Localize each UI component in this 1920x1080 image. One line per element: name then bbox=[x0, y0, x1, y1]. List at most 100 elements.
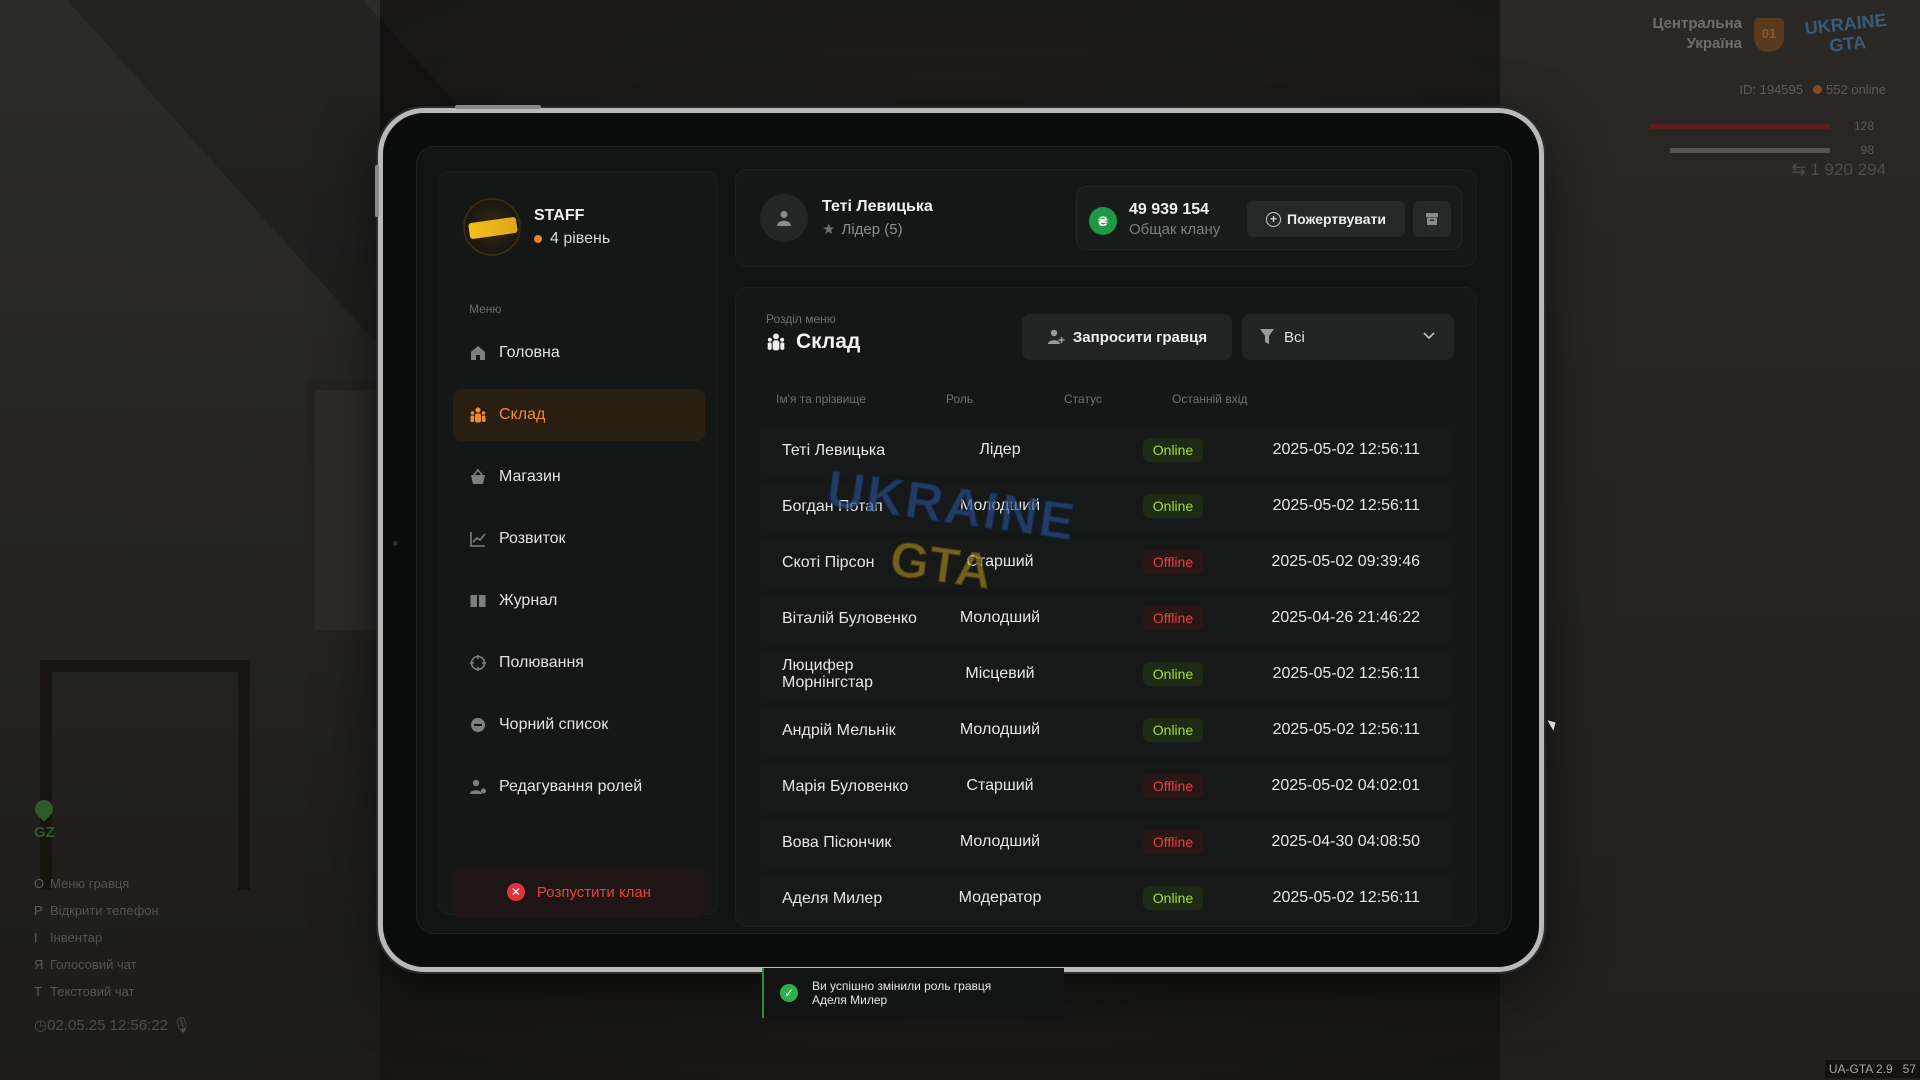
column-header-last-login: Останній вхід bbox=[1172, 392, 1248, 406]
member-role: Модератор bbox=[958, 889, 1042, 906]
keybind-item: T Текстовий чат bbox=[34, 984, 135, 999]
members-table: Теті Левицька Лідер Online 2025-05-02 12:56… bbox=[760, 426, 1454, 926]
armor-value: 98 bbox=[1860, 143, 1874, 157]
sidebar-item-label: Полювання bbox=[499, 654, 584, 671]
sidebar-item-development[interactable]: Розвиток bbox=[453, 513, 705, 565]
member-last-login: 2025-04-26 21:46:22 bbox=[1271, 609, 1420, 626]
people-icon bbox=[767, 333, 785, 351]
member-name: Богдан Потап bbox=[782, 497, 883, 515]
disband-clan-button[interactable]: ✕ Розпустити клан bbox=[453, 866, 705, 918]
member-role: Лідер bbox=[979, 441, 1021, 458]
member-name: Марія Буловенко bbox=[782, 777, 909, 795]
chevron-down-icon bbox=[1423, 332, 1435, 340]
member-status: Offline bbox=[1138, 818, 1208, 866]
bank-label: Общак клану bbox=[1129, 221, 1221, 238]
bank-history-button[interactable] bbox=[1413, 201, 1451, 237]
table-row[interactable]: Аделя Милер Модератор Online 2025-05-02 12:… bbox=[760, 874, 1454, 922]
gz-indicator: GZ bbox=[31, 796, 58, 841]
member-last-login: 2025-05-02 12:56:11 bbox=[1272, 889, 1420, 906]
table-row[interactable]: Вова Пісюнчик Молодший Offline 2025-04-30 0… bbox=[760, 818, 1454, 866]
table-row[interactable]: Люцифер Морнінгстар Місцевий Online 2025-05… bbox=[760, 650, 1454, 698]
filter-icon bbox=[1260, 329, 1274, 344]
status-filter-select[interactable]: Всі bbox=[1242, 314, 1454, 360]
level-dot-icon bbox=[534, 234, 542, 243]
tablet-screen: STAFF 4 рівень Меню Головна Склад Магази… bbox=[416, 146, 1512, 934]
member-role: Старший bbox=[966, 553, 1034, 570]
member-last-login: 2025-05-02 12:56:11 bbox=[1272, 441, 1420, 458]
health-value: 128 bbox=[1853, 119, 1874, 133]
version-label: UA-GTA 2.9 57 bbox=[1824, 1060, 1920, 1078]
section-caption: Розділ меню bbox=[766, 312, 836, 326]
filter-value: Всі bbox=[1284, 328, 1305, 346]
status-badge: Online bbox=[1142, 662, 1204, 686]
sidebar-item-home[interactable]: Головна bbox=[453, 327, 705, 379]
member-last-login: 2025-05-02 04:02:01 bbox=[1271, 777, 1420, 794]
member-role: Місцевий bbox=[965, 665, 1035, 682]
member-name: Андрій Мельнік bbox=[782, 721, 896, 739]
scrollbar-thumb[interactable] bbox=[1476, 434, 1477, 526]
member-role: Молодший bbox=[959, 609, 1041, 626]
sidebar-item-storage[interactable]: Склад bbox=[453, 389, 705, 441]
table-row[interactable]: Теті Левицька Лідер Online 2025-05-02 12:56… bbox=[760, 426, 1454, 474]
table-row[interactable]: Скоті Пірсон Старший Offline 2025-05-02 09:… bbox=[760, 538, 1454, 586]
member-name: Вова Пісюнчик bbox=[782, 833, 892, 851]
avatar bbox=[760, 194, 808, 242]
leader-role: ★ Лідер (5) bbox=[822, 221, 903, 238]
server-logo: UKRAINE GTA bbox=[1803, 9, 1888, 56]
table-row[interactable]: Віталій Буловенко Молодший Offline 2025-04-… bbox=[760, 594, 1454, 642]
table-header: Ім'я та прізвище Роль Статус Останній вх… bbox=[760, 392, 1454, 412]
member-last-login: 2025-05-02 12:56:11 bbox=[1272, 497, 1420, 514]
member-status: Offline bbox=[1138, 762, 1208, 810]
donate-button[interactable]: + Пожертвувати bbox=[1247, 201, 1405, 237]
member-name: Теті Левицька bbox=[782, 441, 886, 459]
hud-region-label: Центральна Україна bbox=[1652, 15, 1742, 52]
member-name: Аделя Милер bbox=[782, 889, 883, 907]
sidebar-item-label: Чорний список bbox=[499, 716, 609, 733]
sidebar-item-blacklist[interactable]: Чорний список bbox=[453, 699, 705, 751]
disband-label: Розпустити клан bbox=[536, 883, 652, 901]
archive-icon bbox=[1426, 213, 1438, 225]
table-row[interactable]: Богдан Потап Молодший Online 2025-05-02 12:… bbox=[760, 482, 1454, 530]
members-panel: Розділ меню Склад Запросити гравця Всі І… bbox=[735, 287, 1477, 927]
sidebar-item-shop[interactable]: Магазин bbox=[453, 451, 705, 503]
member-status: Online bbox=[1138, 426, 1208, 474]
crosshair-icon bbox=[469, 654, 487, 672]
star-icon: ★ bbox=[822, 221, 836, 238]
member-status: Offline bbox=[1138, 538, 1208, 586]
minus-circle-icon bbox=[469, 716, 487, 734]
column-header-status: Статус bbox=[1064, 392, 1102, 406]
member-status: Online bbox=[1138, 706, 1208, 754]
member-name: Скоті Пірсон bbox=[782, 553, 875, 571]
clock-icon: ◷ bbox=[34, 1017, 48, 1034]
hud-player-info: ID: 194595 552 online bbox=[1739, 82, 1886, 97]
status-badge: Online bbox=[1142, 494, 1204, 518]
user-edit-icon bbox=[469, 778, 487, 796]
sidebar-item-label: Склад bbox=[499, 406, 546, 423]
sidebar-item-hunting[interactable]: Полювання bbox=[453, 637, 705, 689]
invite-player-button[interactable]: Запросити гравця bbox=[1022, 314, 1232, 360]
member-last-login: 2025-05-02 12:56:11 bbox=[1272, 665, 1420, 682]
basket-icon bbox=[469, 468, 487, 486]
sidebar-item-edit-roles[interactable]: Редагування ролей bbox=[453, 761, 705, 813]
fps-counter: 57 bbox=[1902, 1062, 1916, 1076]
table-row[interactable]: Марія Буловенко Старший Offline 2025-05-02 … bbox=[760, 762, 1454, 810]
table-row[interactable]: Андрій Мельнік Молодший Online 2025-05-02 1… bbox=[760, 706, 1454, 754]
sidebar-item-label: Редагування ролей bbox=[499, 778, 643, 795]
clan-name: STAFF bbox=[534, 207, 585, 224]
clan-level: 4 рівень bbox=[534, 230, 610, 248]
tablet-camera-dot bbox=[393, 541, 398, 546]
tablet-top-button bbox=[455, 105, 541, 109]
member-status: Online bbox=[1138, 650, 1208, 698]
tablet-side-button bbox=[375, 165, 379, 217]
member-status: Online bbox=[1138, 482, 1208, 530]
status-badge: Offline bbox=[1142, 774, 1204, 798]
sidebar-item-journal[interactable]: Журнал bbox=[453, 575, 705, 627]
book-icon bbox=[469, 592, 487, 610]
sidebar-menu: Головна Склад Магазин Розвиток Журнал По… bbox=[453, 327, 705, 823]
hud-datetime: ◷02.05.25 12:56:22 🎙 bbox=[34, 1017, 192, 1034]
sidebar-item-label: Магазин bbox=[499, 468, 561, 485]
sidebar: STAFF 4 рівень Меню Головна Склад Магази… bbox=[438, 171, 718, 918]
mouse-cursor-icon bbox=[1547, 717, 1559, 731]
people-icon bbox=[469, 406, 487, 424]
sidebar-item-label: Головна bbox=[499, 344, 560, 361]
